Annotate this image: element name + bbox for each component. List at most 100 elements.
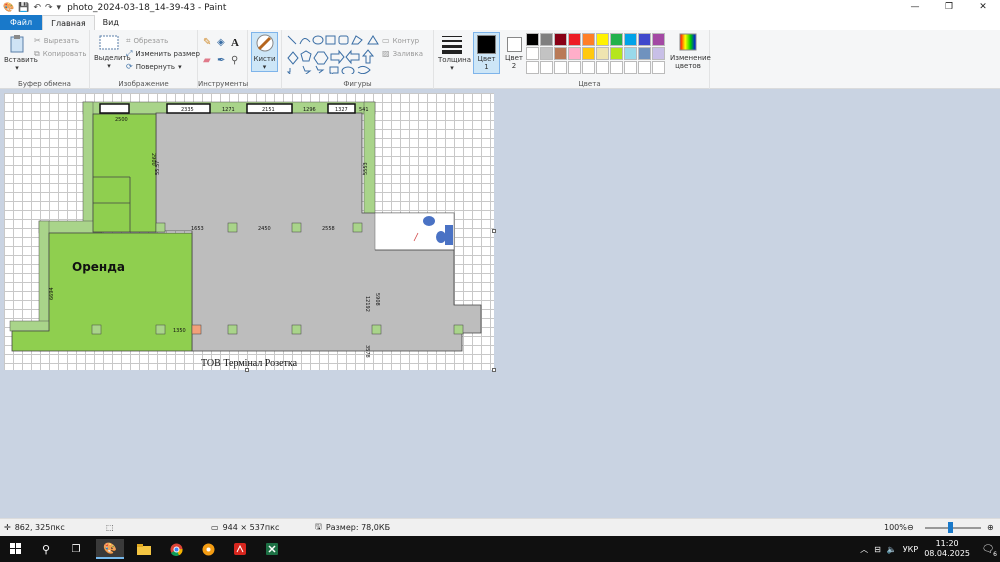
resize-handle-right[interactable] <box>492 229 496 233</box>
search-icon[interactable]: ⚲ <box>32 539 60 559</box>
color-swatch[interactable] <box>540 61 553 74</box>
color-swatch[interactable] <box>638 33 651 46</box>
color-swatch[interactable] <box>568 47 581 60</box>
chrome-icon[interactable] <box>162 539 190 559</box>
zoom-in-button[interactable]: ⊕ <box>987 523 994 532</box>
volume-icon[interactable]: 🔈 <box>887 545 897 554</box>
clipboard-group: Вставить ▾ ✂ Вырезать ⧉ Копировать Буфер о… <box>0 30 90 89</box>
color-swatch[interactable] <box>540 47 553 60</box>
chevron-up-icon[interactable]: ︿ <box>860 544 868 555</box>
rotate-button[interactable]: ⟳ Повернуть ▾ <box>126 60 200 73</box>
color-swatch[interactable] <box>610 47 623 60</box>
color-swatch[interactable] <box>568 33 581 46</box>
minimize-button[interactable]: — <box>898 0 932 15</box>
color-swatch[interactable] <box>638 47 651 60</box>
maximize-button[interactable]: ❐ <box>932 0 966 15</box>
color-swatch[interactable] <box>568 61 581 74</box>
tab-home[interactable]: Главная <box>42 15 95 30</box>
notifications-button[interactable]: 🗨 6 <box>976 544 1000 558</box>
acrobat-icon[interactable] <box>226 539 254 559</box>
paint-taskbar-icon[interactable]: 🎨 <box>96 539 124 559</box>
zoom-out-button[interactable]: ⊖ <box>907 523 914 532</box>
colors-group-label: Цвета <box>578 80 601 88</box>
size-button[interactable]: Толщина ▾ <box>438 34 471 72</box>
undo-icon[interactable]: ↶ <box>33 3 41 13</box>
selection-size: ⬚ <box>106 523 114 532</box>
color-swatch[interactable] <box>624 61 637 74</box>
color-swatch[interactable] <box>596 33 609 46</box>
tab-file[interactable]: Файл <box>0 15 43 30</box>
color-swatch[interactable] <box>554 33 567 46</box>
tab-view[interactable]: Вид <box>95 15 127 30</box>
color-swatch[interactable] <box>540 33 553 46</box>
color-swatch[interactable] <box>610 61 623 74</box>
color-swatch[interactable] <box>554 61 567 74</box>
outline-button[interactable]: ▭ Контур <box>382 34 423 47</box>
copy-icon: ⧉ <box>34 48 40 58</box>
title-bar: 🎨 💾 ↶ ↷ ▾ photo_2024-03-18_14-39-43 - Pa… <box>0 0 1000 15</box>
floor-plan-drawing: 2500 2335 1271 2151 1296 1327 541 2900 5… <box>9 101 482 358</box>
select-button[interactable]: Выделить ▾ <box>94 34 131 70</box>
notification-count: 6 <box>993 550 997 558</box>
color2-button[interactable]: Цвет 2 <box>502 32 526 74</box>
color-swatch[interactable] <box>526 33 539 46</box>
drawing-canvas[interactable]: 2500 2335 1271 2151 1296 1327 541 2900 5… <box>4 93 494 370</box>
zoom-level: 100% <box>884 523 907 532</box>
copy-button[interactable]: ⧉ Копировать <box>34 47 86 60</box>
color-swatch[interactable] <box>596 47 609 60</box>
clock[interactable]: 11:20 08.04.2025 <box>924 539 970 559</box>
pencil-icon[interactable]: ✎ <box>203 37 217 49</box>
crop-button[interactable]: ⌗ Обрезать <box>126 34 200 47</box>
color-swatch[interactable] <box>652 33 665 46</box>
edit-colors-button[interactable]: Изменение цветов <box>670 32 711 70</box>
color-swatch[interactable] <box>554 47 567 60</box>
zoom-slider[interactable] <box>925 527 981 529</box>
color-swatch[interactable] <box>638 61 651 74</box>
redo-icon[interactable]: ↷ <box>45 3 53 13</box>
media-app-icon[interactable] <box>194 539 222 559</box>
customize-qat-icon[interactable]: ▾ <box>57 3 62 13</box>
dim-5557: 55.57 <box>155 161 161 175</box>
color-swatch[interactable] <box>526 61 539 74</box>
windows-logo-icon <box>10 543 21 554</box>
brushes-button[interactable]: Кисти ▾ <box>251 32 278 72</box>
fill-button[interactable]: ▨ Заливка <box>382 47 423 60</box>
color-swatch[interactable] <box>610 33 623 46</box>
color-swatch[interactable] <box>624 33 637 46</box>
image-dimensions: ▭ 944 × 537пкс <box>211 523 280 532</box>
shapes-gallery[interactable] <box>286 34 381 74</box>
color1-button[interactable]: Цвет 1 <box>473 32 500 74</box>
save-icon[interactable]: 💾 <box>18 3 29 13</box>
zoom-slider-thumb[interactable] <box>948 522 953 533</box>
close-button[interactable]: ✕ <box>966 0 1000 15</box>
color-swatch[interactable] <box>596 61 609 74</box>
fill-bucket-icon[interactable]: ◈ <box>217 37 231 49</box>
cut-button[interactable]: ✂ Вырезать <box>34 34 86 47</box>
text-icon[interactable]: A <box>231 37 245 49</box>
color-swatch[interactable] <box>526 47 539 60</box>
task-view-icon[interactable]: ❐ <box>62 539 90 559</box>
color-swatch[interactable] <box>652 47 665 60</box>
eraser-icon[interactable]: ▰ <box>203 55 217 66</box>
paste-button[interactable]: Вставить ▾ <box>4 34 38 72</box>
resize-handle-bottom[interactable] <box>245 368 249 372</box>
resize-handle-corner[interactable] <box>492 368 496 372</box>
dim-3578: 3578 <box>364 345 370 358</box>
color-swatch[interactable] <box>582 33 595 46</box>
taskbar: ⚲ ❐ 🎨 ︿ ⊟ 🔈 УКР 11:20 08.04.2025 🗨 6 <box>0 536 1000 562</box>
color-picker-icon[interactable]: ✒ <box>217 55 231 66</box>
disk-icon: 🖫 <box>315 521 322 531</box>
network-icon[interactable]: ⊟ <box>874 545 881 554</box>
start-button[interactable] <box>2 539 30 559</box>
language-indicator[interactable]: УКР <box>903 545 918 554</box>
color-swatch[interactable] <box>624 47 637 60</box>
rotate-icon: ⟳ <box>126 62 133 71</box>
image-size-icon: ▭ <box>211 523 219 532</box>
resize-button[interactable]: ⤢ Изменить размер <box>126 47 200 60</box>
color-swatch[interactable] <box>582 47 595 60</box>
color-swatch[interactable] <box>582 61 595 74</box>
excel-icon[interactable] <box>258 539 286 559</box>
file-explorer-icon[interactable] <box>130 539 158 559</box>
magnifier-icon[interactable]: ⚲ <box>231 55 245 66</box>
color-swatch[interactable] <box>652 61 665 74</box>
